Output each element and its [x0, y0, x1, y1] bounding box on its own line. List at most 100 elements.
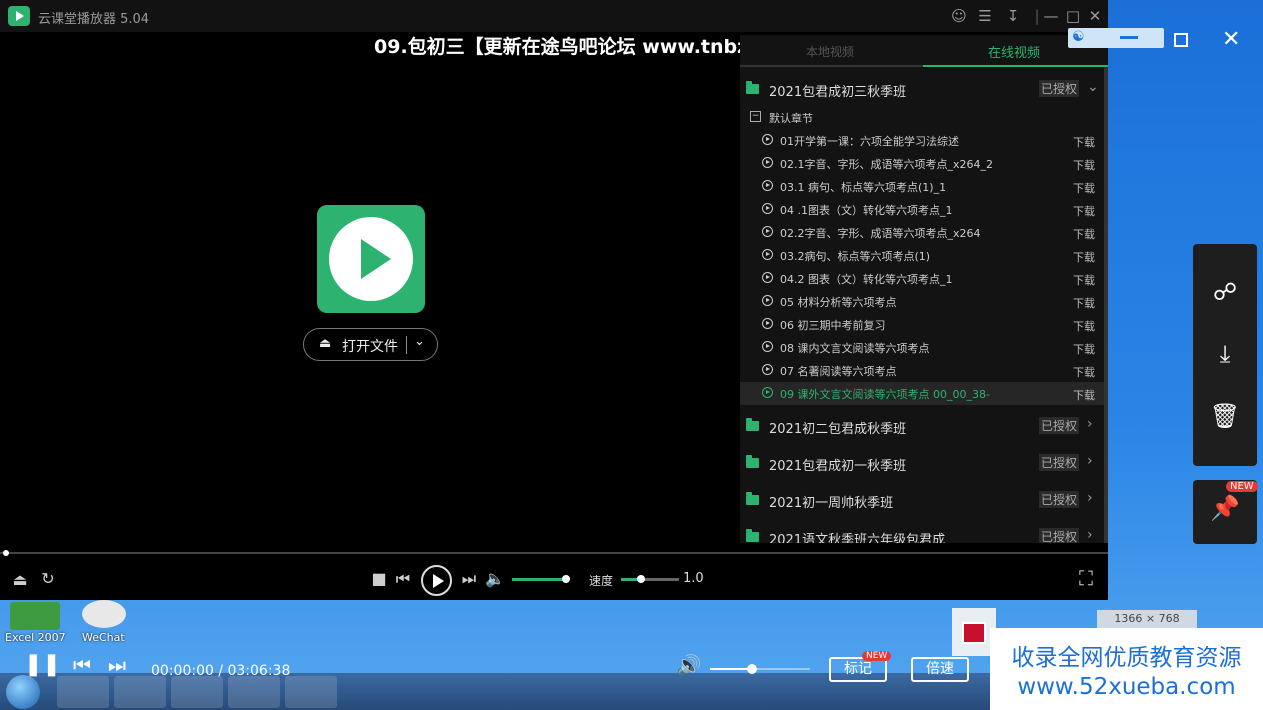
play-circle-icon	[762, 318, 773, 329]
loop-icon[interactable]: ↻	[38, 570, 58, 588]
excel-icon[interactable]	[10, 602, 60, 630]
progress-bar[interactable]	[0, 552, 1108, 554]
screen-app-icon[interactable]	[171, 676, 223, 708]
download-link[interactable]: 下载	[1073, 341, 1095, 357]
lesson-item[interactable]: 04.2 图表（文）转化等六项考点_1 下载	[740, 267, 1104, 290]
lesson-title: 05 材料分析等六项考点	[780, 296, 897, 309]
progress-handle[interactable]	[3, 550, 9, 556]
collapse-icon[interactable]: −	[750, 111, 761, 122]
chrome-icon[interactable]	[57, 676, 109, 708]
outer-close-icon[interactable]: ✕	[1222, 27, 1240, 52]
chevron-down-icon[interactable]: ⌄	[1087, 79, 1099, 95]
lesson-item[interactable]: 07 名著阅读等六项考点 下载	[740, 359, 1104, 382]
watermark-url: www.52xueba.com	[1017, 674, 1236, 700]
lesson-item[interactable]: 01开学第一课：六项全能学习法综述 下载	[740, 129, 1104, 152]
play-button[interactable]	[421, 565, 452, 596]
download-link[interactable]: 下载	[1073, 387, 1095, 403]
volume-icon[interactable]: 🔊	[676, 655, 702, 675]
course-row[interactable]: 2021初二包君成秋季班 已授权 ›	[740, 408, 1104, 444]
download-link[interactable]: 下载	[1073, 364, 1095, 380]
play-circle-icon	[762, 157, 773, 168]
lesson-item[interactable]: 03.1 病句、标点等六项考点(1)_1 下载	[740, 175, 1104, 198]
chevron-right-icon[interactable]: ›	[1087, 453, 1093, 469]
download-link[interactable]: 下载	[1073, 318, 1095, 334]
chevron-down-icon[interactable]: ⌄	[414, 334, 425, 349]
title-bar: 云课堂播放器 5.04 ☺ ☰ ↧ | — □ ✕	[0, 0, 1108, 32]
wechat-icon[interactable]	[82, 600, 126, 628]
share-icon[interactable]: ☍	[1193, 278, 1257, 306]
lesson-item[interactable]: 05 材料分析等六项考点 下载	[740, 290, 1104, 313]
outer-volume-handle[interactable]	[747, 664, 757, 674]
outer-volume-fill	[710, 668, 752, 670]
speed-value: 1.0	[683, 571, 704, 586]
scrollbar[interactable]	[1104, 67, 1108, 543]
lesson-title: 07 名著阅读等六项考点	[780, 365, 897, 378]
list-icon[interactable]: ☰	[975, 6, 995, 26]
lesson-item[interactable]: 09 课外文言文阅读等六项考点 00_00_38- 下载	[740, 382, 1104, 405]
speed-label: 速度	[589, 574, 614, 588]
app-title: 云课堂播放器 5.04	[38, 12, 150, 27]
next-icon[interactable]: ⏭	[105, 655, 129, 675]
app-logo-icon	[8, 6, 30, 26]
volume-handle[interactable]	[562, 575, 570, 583]
download-folder-icon[interactable]: ↧	[1003, 6, 1023, 26]
folder-app-icon[interactable]	[228, 676, 280, 708]
auth-badge: 已授权	[1039, 491, 1080, 508]
close-icon[interactable]: ✕	[1085, 6, 1105, 26]
record-icon[interactable]	[962, 622, 986, 644]
download-link[interactable]: 下载	[1073, 157, 1095, 173]
stop-icon[interactable]: ■	[371, 570, 387, 588]
play-circle-icon	[762, 203, 773, 214]
download-link[interactable]: 下载	[1073, 180, 1095, 196]
eject-icon[interactable]: ⏏	[11, 571, 29, 589]
tab-active-indicator	[923, 65, 1108, 67]
volume-icon[interactable]: 🔈	[485, 570, 505, 588]
outer-maximize-icon[interactable]	[1174, 33, 1188, 47]
trash-icon[interactable]: 🗑	[1193, 402, 1257, 430]
lesson-item[interactable]: 06 初三期中考前复习 下载	[740, 313, 1104, 336]
chevron-right-icon[interactable]: ›	[1087, 416, 1093, 432]
course-row[interactable]: 2021语文秋季班六年级包君成 已授权 ›	[740, 519, 1104, 543]
chevron-right-icon[interactable]: ›	[1087, 527, 1093, 543]
minimize-icon[interactable]: —	[1041, 6, 1061, 26]
download-icon[interactable]: ⤓	[1193, 340, 1257, 368]
sogou-icon[interactable]	[114, 676, 166, 708]
user-icon[interactable]: ☺	[949, 6, 969, 26]
outer-minimize-icon[interactable]	[1120, 36, 1138, 39]
start-button-icon[interactable]	[6, 675, 40, 709]
lesson-item[interactable]: 08 课内文言文阅读等六项考点 下载	[740, 336, 1104, 359]
download-link[interactable]: 下载	[1073, 295, 1095, 311]
tab-local-video[interactable]: 本地视频	[806, 43, 854, 60]
previous-icon[interactable]: ⏮	[70, 655, 94, 675]
course-row[interactable]: 2021包君成初三秋季班 已授权 ⌄	[740, 71, 1104, 107]
previous-icon[interactable]: ⏮	[394, 570, 412, 588]
course-row[interactable]: 2021初一周帅秋季班 已授权 ›	[740, 482, 1104, 518]
side-toolbar: ☍ ⤓ 🗑	[1193, 244, 1257, 466]
play-circle-icon	[762, 272, 773, 283]
lesson-item[interactable]: 02.1字音、字形、成语等六项考点_x264_2 下载	[740, 152, 1104, 175]
player-app-icon[interactable]	[285, 676, 337, 708]
section-row[interactable]: − 默认章节	[740, 107, 1104, 129]
lesson-item[interactable]: 03.2病句、标点等六项考点(1) 下载	[740, 244, 1104, 267]
open-file-button[interactable]: ⏏ 打开文件 ⌄	[303, 328, 438, 361]
lesson-title: 02.1字音、字形、成语等六项考点_x264_2	[780, 158, 993, 171]
tab-online-video[interactable]: 在线视频	[988, 42, 1040, 61]
download-link[interactable]: 下载	[1073, 272, 1095, 288]
speed-handle[interactable]	[637, 575, 645, 583]
maximize-icon[interactable]: □	[1063, 6, 1083, 26]
download-link[interactable]: 下载	[1073, 226, 1095, 242]
auth-badge: 已授权	[1039, 417, 1080, 434]
download-link[interactable]: 下载	[1073, 203, 1095, 219]
chevron-right-icon[interactable]: ›	[1087, 490, 1093, 506]
download-link[interactable]: 下载	[1073, 134, 1095, 150]
pause-icon[interactable]: ❚❚	[24, 654, 61, 676]
course-row[interactable]: 2021包君成初一秋季班 已授权 ›	[740, 445, 1104, 481]
next-icon[interactable]: ⏭	[460, 570, 478, 588]
volume-slider[interactable]	[512, 578, 566, 581]
download-link[interactable]: 下载	[1073, 249, 1095, 265]
lesson-item[interactable]: 04 .1图表（文）转化等六项考点_1 下载	[740, 198, 1104, 221]
playback-speed-button[interactable]: 倍速	[911, 657, 969, 682]
lesson-item[interactable]: 02.2字音、字形、成语等六项考点_x264 下载	[740, 221, 1104, 244]
folder-icon	[746, 455, 759, 468]
fullscreen-icon[interactable]: ⛶	[1074, 568, 1098, 588]
